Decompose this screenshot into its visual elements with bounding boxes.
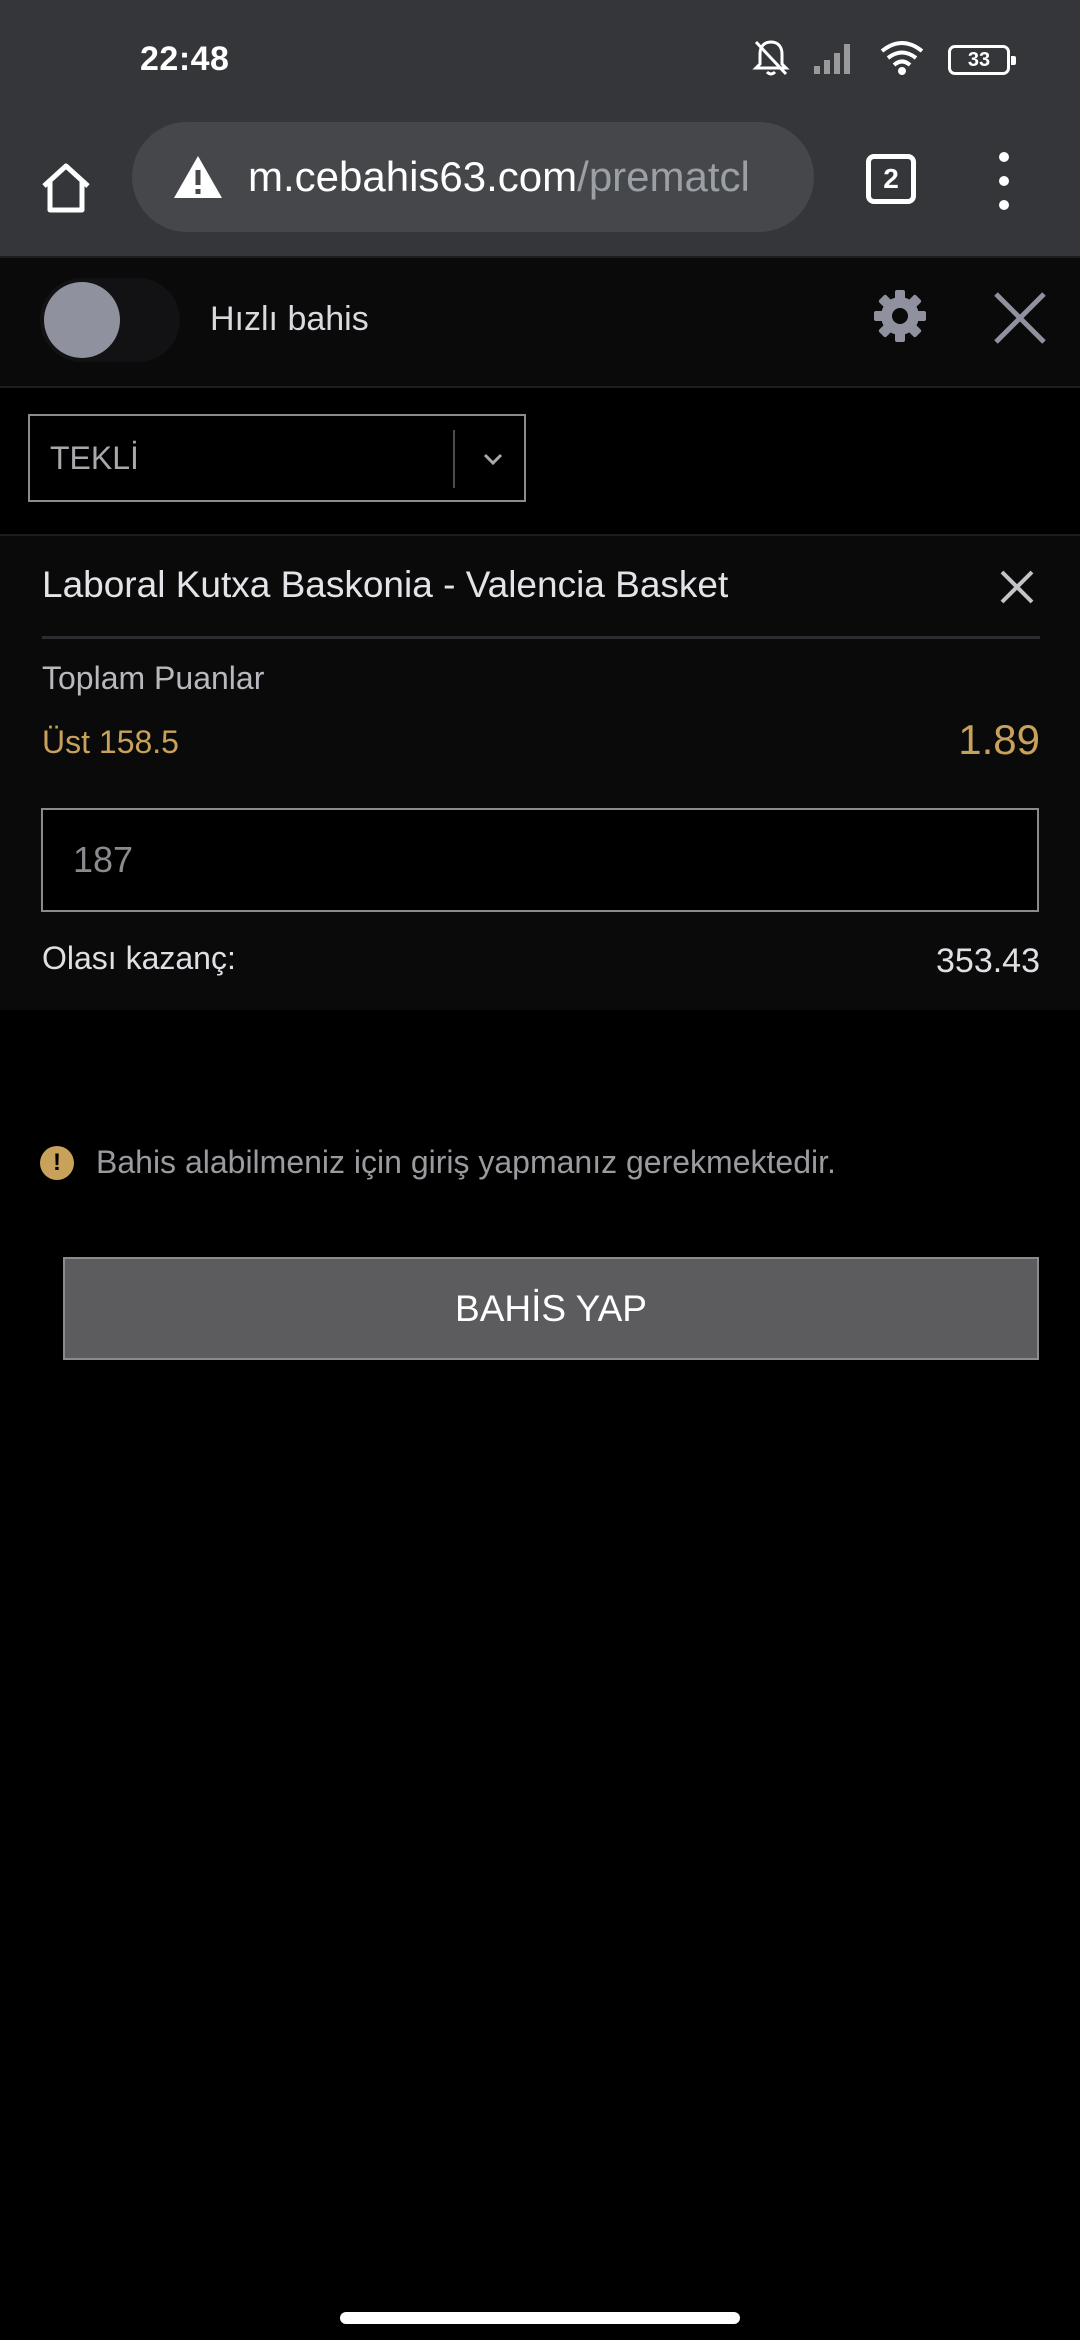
- bet-type-value: TEKLİ: [50, 440, 139, 476]
- home-icon: [42, 163, 90, 213]
- place-bet-button[interactable]: BAHİS YAP: [63, 1257, 1039, 1360]
- login-warning: ! Bahis alabilmeniz için giriş yapmanız …: [40, 1144, 836, 1181]
- close-icon[interactable]: [990, 288, 1050, 348]
- status-icons: 33: [752, 38, 1016, 83]
- tabs-button[interactable]: 2: [866, 154, 916, 204]
- possible-win-value: 353.43: [936, 942, 1040, 980]
- card-divider: [42, 636, 1040, 639]
- select-divider: [453, 430, 455, 488]
- chevron-down-icon: [483, 453, 503, 466]
- remove-bet-icon[interactable]: [996, 566, 1038, 608]
- status-time: 22:48: [140, 40, 230, 78]
- url-path: /prematcl: [577, 153, 750, 200]
- gear-icon[interactable]: [870, 286, 930, 346]
- warning-triangle-icon: [174, 156, 222, 198]
- bell-off-icon: [752, 38, 790, 83]
- market-name: Toplam Puanlar: [42, 660, 265, 696]
- battery-icon: 33: [948, 45, 1016, 75]
- stake-input[interactable]: [41, 808, 1039, 912]
- url-text: m.cebahis63.com/prematcl: [248, 153, 750, 201]
- tab-count: 2: [883, 163, 899, 194]
- quick-bet-label: Hızlı bahis: [210, 300, 369, 338]
- url-bar[interactable]: m.cebahis63.com/prematcl: [132, 122, 814, 232]
- home-button[interactable]: [28, 150, 104, 226]
- quick-bet-toggle[interactable]: [40, 278, 180, 362]
- warning-text: Bahis alabilmeniz için giriş yapmanız ge…: [96, 1144, 836, 1180]
- bet-type-select[interactable]: TEKLİ: [28, 414, 526, 502]
- signal-icon: [812, 40, 856, 81]
- status-bar: 22:48 33: [0, 0, 1080, 122]
- exclamation-icon: !: [40, 1145, 74, 1180]
- wifi-icon: [878, 39, 926, 82]
- bet-card: Laboral Kutxa Baskonia - Valencia Basket…: [0, 534, 1080, 1010]
- toggle-knob: [44, 282, 120, 358]
- url-domain: m.cebahis63.com: [248, 153, 578, 200]
- more-vert-icon[interactable]: [984, 146, 1024, 216]
- selection-name: Üst 158.5: [42, 724, 179, 760]
- gesture-bar[interactable]: [340, 2312, 740, 2324]
- match-title: Laboral Kutxa Baskonia - Valencia Basket: [42, 564, 729, 605]
- odds-value: 1.89: [958, 716, 1040, 763]
- browser-toolbar: m.cebahis63.com/prematcl 2: [0, 122, 1080, 256]
- possible-win-label: Olası kazanç:: [42, 940, 236, 976]
- betslip-header: Hızlı bahis: [0, 256, 1080, 388]
